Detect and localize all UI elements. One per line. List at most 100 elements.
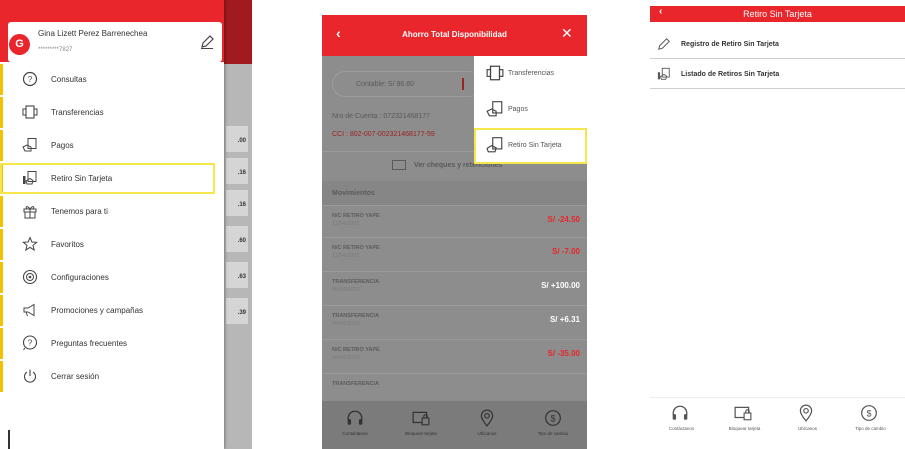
background-screen [224, 0, 252, 449]
menu-item-label: Transferencias [51, 108, 104, 117]
movement-amount: S/ -7.00 [551, 247, 580, 256]
popup-item-transferencias[interactable]: Transferencias [474, 56, 587, 92]
tab-label: Bloquear tarjeta [405, 431, 437, 436]
menu-item-label: Favoritos [51, 240, 84, 249]
movement-row[interactable]: N/C RETIRO YAPE 11/04/2022 S/ -24.50 [322, 205, 587, 235]
menu-item-label: Cerrar sesión [51, 372, 100, 381]
tab-contactanos[interactable]: Contáctanos [322, 401, 388, 449]
user-number: *********7827 [38, 47, 73, 53]
card-lock-icon [412, 409, 430, 427]
tab-label: Contáctanos [342, 431, 368, 436]
pencil-icon [657, 37, 671, 51]
edit-profile-icon[interactable] [199, 34, 215, 50]
menu-item-favoritos[interactable]: Favoritos [0, 229, 220, 260]
tab-bloquear-tarjeta[interactable]: Bloquear tarjeta [388, 401, 454, 449]
tab-label: Tipo de cambio [537, 431, 569, 436]
movement-name: TRANSFERENCIA [332, 381, 380, 387]
movement-amount: S/ -35.00 [547, 349, 580, 358]
page-title: Ahorro Total Disponibilidad [402, 30, 507, 39]
menu-item-tenemos-para-ti[interactable]: Tenemos para ti [0, 196, 220, 227]
transfer-icon [22, 104, 38, 120]
svg-text:$: $ [866, 408, 871, 418]
movement-amount: S/ +100.00 [541, 281, 580, 290]
navigation-drawer: G Gina Lizett Perez Barrenechea ********… [0, 0, 224, 449]
user-card [8, 22, 222, 62]
background-balance: .60 [226, 226, 248, 252]
account-number: Nro de Cuenta : 072321468177 [332, 113, 431, 120]
headset-icon [671, 404, 689, 422]
movement-name: N/C RETIRO YAPE [332, 245, 380, 251]
menu-item-consultas[interactable]: ? Consultas [0, 64, 220, 95]
account-detail-screen: ‹ Ahorro Total Disponibilidad ✕ Contable… [322, 15, 587, 449]
popup-item-label: Pagos [508, 106, 528, 113]
background-balance: .00 [226, 126, 248, 152]
gift-icon [22, 203, 38, 219]
tab-label: Contáctanos [668, 426, 695, 431]
movement-row[interactable]: N/C RETIRO YAPE 11/04/2022 S/ -7.00 [322, 237, 587, 267]
page-title: Retiro Sin Tarjeta [743, 9, 812, 19]
menu-item-label: Preguntas frecuentes [51, 339, 128, 348]
tab-bloquear-tarjeta[interactable]: Bloquear tarjeta [713, 398, 776, 438]
headset-icon [346, 409, 364, 427]
tab-ubicanos[interactable]: Ubícanos [776, 398, 839, 438]
menu-item-pagos[interactable]: Pagos [0, 130, 220, 161]
list-item-label: Registro de Retiro Sin Tarjeta [681, 41, 779, 48]
movement-date: 08/04/2022 [332, 287, 360, 293]
tab-tipo-de-cambio[interactable]: $ Tipo de cambio [520, 401, 586, 449]
power-icon [22, 368, 38, 384]
menu-item-configuraciones[interactable]: Configuraciones [0, 262, 220, 293]
menu-item-label: Retiro Sin Tarjeta [51, 174, 113, 183]
bottom-tab-bar: Contáctanos Bloquear tarjeta Ubícanos $ … [650, 397, 905, 437]
svg-text:?: ? [28, 339, 33, 348]
currency-exchange-icon: $ [860, 404, 878, 422]
close-icon[interactable]: ✕ [561, 25, 573, 42]
listado-retiros-item[interactable]: Listado de Retiros Sin Tarjeta [650, 60, 905, 89]
movement-row[interactable]: TRANSFERENCIA 08/04/2022 S/ +6.31 [322, 305, 587, 335]
background-balance: .16 [226, 158, 248, 184]
operations-popup: Transferencias Pagos Retiro Sin Tarjeta [474, 56, 587, 164]
movement-date: 11/04/2022 [332, 221, 360, 227]
location-pin-icon [478, 409, 496, 427]
tab-contactanos[interactable]: Contáctanos [650, 398, 713, 438]
star-icon [22, 236, 38, 252]
movement-row[interactable]: TRANSFERENCIA 08/04/2022 S/ +100.00 [322, 271, 587, 301]
top-bar: ‹ Ahorro Total Disponibilidad ✕ [322, 15, 587, 56]
background-balance: .63 [226, 262, 248, 288]
popup-item-label: Transferencias [508, 70, 555, 77]
menu-item-transferencias[interactable]: Transferencias [0, 97, 220, 128]
cci-number: CCI : 802-007-002321468177-59 [332, 131, 435, 138]
background-balance: .39 [226, 298, 248, 324]
payment-icon [22, 137, 38, 153]
background-balance: .16 [226, 190, 248, 216]
gear-icon [22, 269, 38, 285]
divider [462, 78, 464, 90]
tab-ubicanos[interactable]: Ubícanos [454, 401, 520, 449]
movement-name: N/C RETIRO YAPE [332, 347, 380, 353]
cardless-withdrawal-icon [486, 136, 504, 154]
contable-balance: Contable: S/ 96.60 [356, 81, 414, 88]
megaphone-icon [22, 302, 38, 318]
registro-retiro-item[interactable]: Registro de Retiro Sin Tarjeta [650, 30, 905, 59]
svg-text:$: $ [550, 413, 555, 423]
tab-label: Ubícanos [477, 431, 497, 436]
menu-item-label: Pagos [51, 141, 74, 150]
menu-item-promociones[interactable]: Promociones y campañas [0, 295, 220, 326]
movement-amount: S/ +6.31 [549, 315, 580, 324]
movement-row[interactable]: TRANSFERENCIA [322, 373, 587, 403]
divider [8, 430, 10, 449]
movement-row[interactable]: N/C RETIRO YAPE 08/04/2022 S/ -35.00 [322, 339, 587, 369]
menu-item-cerrar-sesion[interactable]: Cerrar sesión [0, 361, 220, 392]
movements-header: Movimientos [332, 190, 375, 197]
popup-item-retiro-sin-tarjeta[interactable]: Retiro Sin Tarjeta [474, 128, 587, 164]
tab-tipo-de-cambio[interactable]: $ Tipo de cambio [839, 398, 902, 438]
menu-item-retiro-sin-tarjeta[interactable]: Retiro Sin Tarjeta [0, 163, 215, 194]
menu-item-label: Promociones y campañas [51, 306, 144, 315]
cardless-withdrawal-icon [22, 170, 38, 186]
location-pin-icon [797, 404, 815, 422]
retiro-sin-tarjeta-screen: ‹ Retiro Sin Tarjeta Registro de Retiro … [650, 6, 905, 449]
menu-item-preguntas-frecuentes[interactable]: ? Preguntas frecuentes [0, 328, 220, 359]
svg-text:?: ? [28, 75, 33, 84]
popup-item-pagos[interactable]: Pagos [474, 92, 587, 128]
menu-item-label: Configuraciones [51, 273, 109, 282]
cardless-withdrawal-icon [657, 67, 671, 81]
